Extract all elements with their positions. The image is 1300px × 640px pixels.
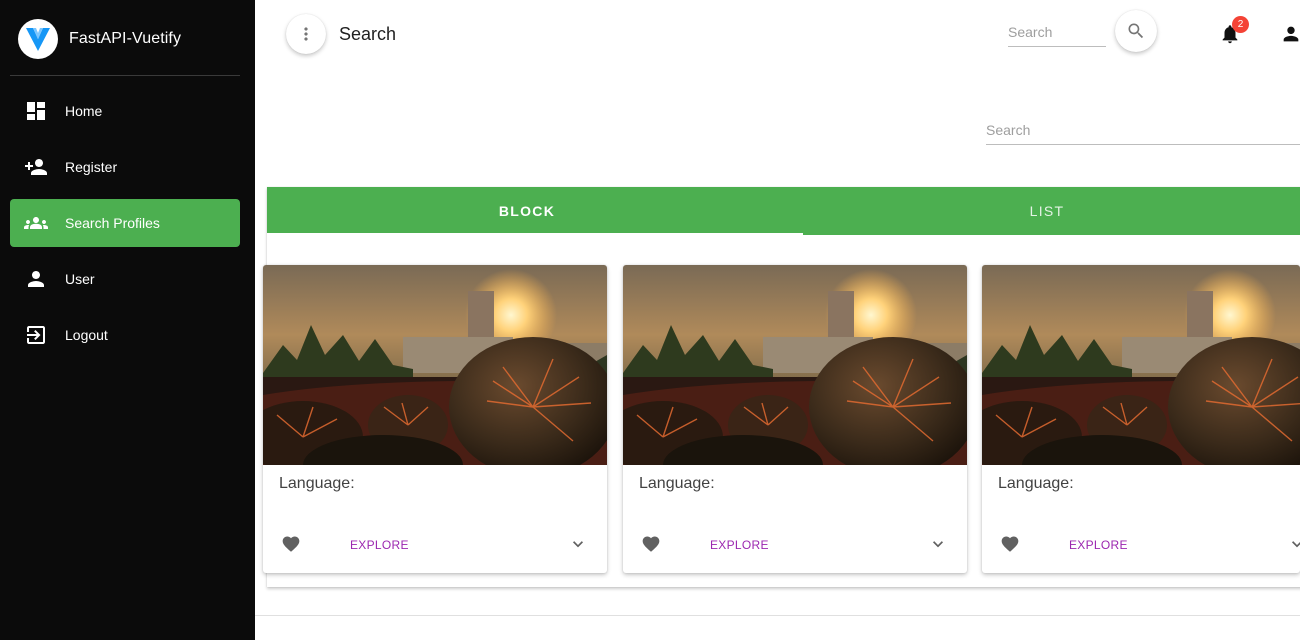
tab-block[interactable]: BLOCK <box>267 187 803 235</box>
search-button[interactable] <box>1115 10 1157 52</box>
heart-icon <box>1001 536 1019 552</box>
chevron-down-icon <box>1292 541 1300 548</box>
view-tabs: BLOCK LIST <box>267 187 1300 235</box>
tab-active-indicator <box>267 233 803 235</box>
favorite-button[interactable] <box>641 534 663 556</box>
profile-card: Language: EXPLORE <box>263 265 607 573</box>
group-icon <box>24 211 48 235</box>
sidebar-item-search-profiles[interactable]: Search Profiles <box>10 199 240 247</box>
person-icon <box>1283 26 1299 42</box>
notification-badge: 2 <box>1232 16 1249 33</box>
expand-button[interactable] <box>928 534 950 556</box>
tab-label: BLOCK <box>498 203 556 219</box>
sidebar-item-label: Logout <box>65 327 108 343</box>
person-icon <box>24 267 48 291</box>
vuetify-logo-icon <box>18 19 58 59</box>
chevron-down-icon <box>933 541 943 548</box>
profile-card: Language: EXPLORE <box>623 265 967 573</box>
explore-button[interactable]: EXPLORE <box>710 538 769 552</box>
sidebar-divider <box>10 75 240 76</box>
app-title: FastAPI-Vuetify <box>69 30 182 47</box>
person-add-icon <box>24 155 48 179</box>
card-image <box>623 265 967 465</box>
explore-button[interactable]: EXPLORE <box>1069 538 1128 552</box>
dashboard-icon <box>24 99 48 123</box>
favorite-button[interactable] <box>281 534 303 556</box>
page-title: Search <box>339 24 397 44</box>
tab-list[interactable]: LIST <box>787 187 1300 235</box>
sidebar-item-label: Register <box>65 159 118 175</box>
toolbar-search-input[interactable] <box>1008 18 1106 47</box>
card-language-label: Language: <box>639 475 715 492</box>
account-button[interactable] <box>1280 23 1300 47</box>
sidebar-item-label: Search Profiles <box>65 215 160 231</box>
card-image <box>982 265 1300 465</box>
sidebar-item-label: User <box>65 271 95 287</box>
logout-icon <box>24 323 48 347</box>
more-vert-icon <box>304 27 308 41</box>
profile-card: Language: EXPLORE <box>982 265 1300 573</box>
sidebar: FastAPI-Vuetify Home Register Search Pro… <box>0 0 255 640</box>
chevron-down-icon <box>573 541 583 548</box>
explore-button[interactable]: EXPLORE <box>350 538 409 552</box>
sidebar-item-user[interactable]: User <box>10 255 240 303</box>
sidebar-nav: Home Register Search Profiles User Logou… <box>10 87 240 367</box>
sidebar-item-home[interactable]: Home <box>10 87 240 135</box>
top-app-bar: Search 2 <box>255 0 1300 70</box>
card-image <box>263 265 607 465</box>
tab-label: LIST <box>1029 203 1065 219</box>
sidebar-item-register[interactable]: Register <box>10 143 240 191</box>
search-icon <box>1128 23 1144 39</box>
sidebar-item-logout[interactable]: Logout <box>10 311 240 359</box>
expand-button[interactable] <box>568 534 590 556</box>
card-language-label: Language: <box>279 475 355 492</box>
sidebar-item-label: Home <box>65 103 103 119</box>
footer-divider <box>255 615 1300 616</box>
more-menu-button[interactable] <box>286 14 326 54</box>
favorite-button[interactable] <box>1000 534 1022 556</box>
heart-icon <box>642 536 660 552</box>
card-language-label: Language: <box>998 475 1074 492</box>
expand-button[interactable] <box>1287 534 1300 556</box>
heart-icon <box>282 536 300 552</box>
brand[interactable]: FastAPI-Vuetify <box>18 18 181 60</box>
profile-search-input[interactable] <box>986 116 1300 145</box>
